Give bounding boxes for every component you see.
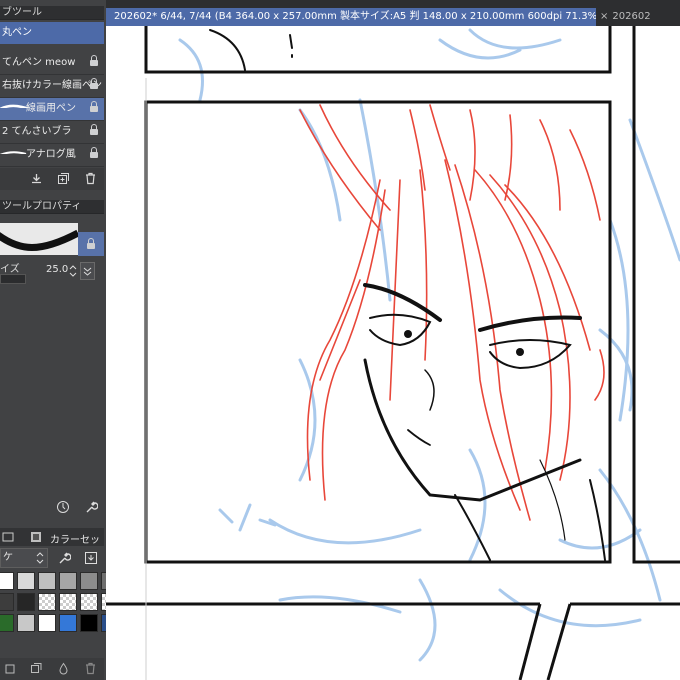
- duplicate-icon[interactable]: [30, 662, 43, 675]
- brush-label: 線画用ペン: [26, 103, 76, 114]
- color-set-tab[interactable]: カラーセッ: [50, 531, 100, 546]
- sub-tool-selected[interactable]: 丸ペン: [0, 22, 104, 44]
- color-swatch[interactable]: [0, 572, 14, 590]
- close-icon[interactable]: ×: [600, 11, 608, 22]
- brush-item[interactable]: アナログ風: [0, 144, 104, 167]
- color-swatch[interactable]: [17, 572, 35, 590]
- lock-icon[interactable]: [90, 55, 98, 67]
- color-set-dropdown-value: ケ: [3, 552, 13, 563]
- trash-icon[interactable]: [84, 172, 97, 185]
- color-swatch[interactable]: [17, 593, 35, 611]
- size-slider[interactable]: [0, 274, 26, 284]
- palette-tab-icon[interactable]: [2, 531, 14, 543]
- lock-icon[interactable]: [90, 78, 98, 90]
- color-swatch[interactable]: [0, 614, 14, 632]
- wrench-icon[interactable]: [84, 500, 98, 514]
- color-swatch[interactable]: [59, 614, 77, 632]
- brush-label: アナログ風: [26, 149, 76, 160]
- color-swatch[interactable]: [59, 572, 77, 590]
- left-panel: ブツール 丸ペン てんペン meow 右抜けカラー線画ペン 線画用ペン 2 てん…: [0, 0, 119, 680]
- ink-linework: [209, 29, 606, 561]
- panel-borders: [106, 26, 680, 680]
- brush-item-selected[interactable]: 線画用ペン: [0, 98, 104, 121]
- duplicate-icon[interactable]: [57, 172, 70, 185]
- brush-item[interactable]: てんペン meow: [0, 52, 104, 75]
- tab-document-inactive[interactable]: × 202602: [600, 8, 680, 26]
- color-swatch[interactable]: [38, 614, 56, 632]
- tool-property-header: ツールプロパティ: [0, 200, 104, 214]
- size-value[interactable]: 25.0: [46, 264, 68, 275]
- chevron-down-icon: [83, 267, 92, 276]
- trash-icon[interactable]: [84, 662, 97, 675]
- brush-item[interactable]: 右抜けカラー線画ペン: [0, 75, 104, 98]
- document-tabbar: 202602* 6/44, 7/44 (B4 364.00 x 257.00mm…: [106, 0, 680, 26]
- sub-tool-header: ブツール: [0, 6, 104, 20]
- expand-button[interactable]: [80, 262, 95, 280]
- active-tab-title: 202602* 6/44, 7/44 (B4 364.00 x 257.00mm…: [114, 11, 596, 22]
- lock-icon[interactable]: [90, 124, 98, 136]
- sub-tool-actions: [0, 168, 104, 190]
- inactive-tab-title: 202602: [612, 11, 651, 22]
- blue-sketch-layer: [178, 28, 680, 662]
- tool-lock-button[interactable]: [78, 232, 104, 256]
- transparent-swatch[interactable]: [38, 593, 56, 611]
- manga-artwork: [106, 26, 680, 680]
- color-swatch[interactable]: [80, 614, 98, 632]
- copy-icon[interactable]: [4, 662, 17, 675]
- color-set-actions: [0, 658, 104, 680]
- red-hair-strands: [299, 104, 605, 521]
- color-swatch[interactable]: [0, 593, 14, 611]
- brush-stroke-preview-icon: [0, 229, 80, 251]
- brush-label: てんペン meow: [2, 57, 76, 68]
- color-swatch[interactable]: [80, 572, 98, 590]
- download-icon[interactable]: [30, 172, 43, 185]
- color-swatch[interactable]: [38, 572, 56, 590]
- spin-arrows-icon[interactable]: [68, 263, 78, 279]
- brush-label: 2 てんさいブラ: [2, 126, 72, 137]
- reset-icon[interactable]: [56, 500, 70, 514]
- color-swatch[interactable]: [17, 614, 35, 632]
- brush-label: 右抜けカラー線画ペン: [2, 80, 102, 91]
- drawing-canvas[interactable]: [106, 26, 680, 680]
- lock-icon[interactable]: [90, 147, 98, 159]
- spin-arrows-icon: [36, 552, 44, 564]
- transparent-swatch[interactable]: [59, 593, 77, 611]
- brush-list: てんペン meow 右抜けカラー線画ペン 線画用ペン 2 てんさいブラ アナログ…: [0, 52, 104, 167]
- lock-icon: [87, 238, 95, 250]
- wrench-icon[interactable]: [57, 551, 71, 565]
- tool-stroke-preview: [0, 223, 80, 255]
- size-label: イズ: [0, 264, 20, 275]
- brush-item[interactable]: 2 てんさいブラ: [0, 121, 104, 144]
- import-icon[interactable]: [84, 551, 98, 565]
- color-set-icon[interactable]: [30, 531, 42, 543]
- color-set-dropdown[interactable]: ケ: [0, 548, 48, 568]
- color-drop-icon[interactable]: [57, 662, 70, 675]
- transparent-swatch[interactable]: [80, 593, 98, 611]
- tab-document-active[interactable]: 202602* 6/44, 7/44 (B4 364.00 x 257.00mm…: [106, 8, 596, 26]
- color-set-tabbar: カラーセッ: [0, 528, 104, 546]
- lock-icon[interactable]: [90, 101, 98, 113]
